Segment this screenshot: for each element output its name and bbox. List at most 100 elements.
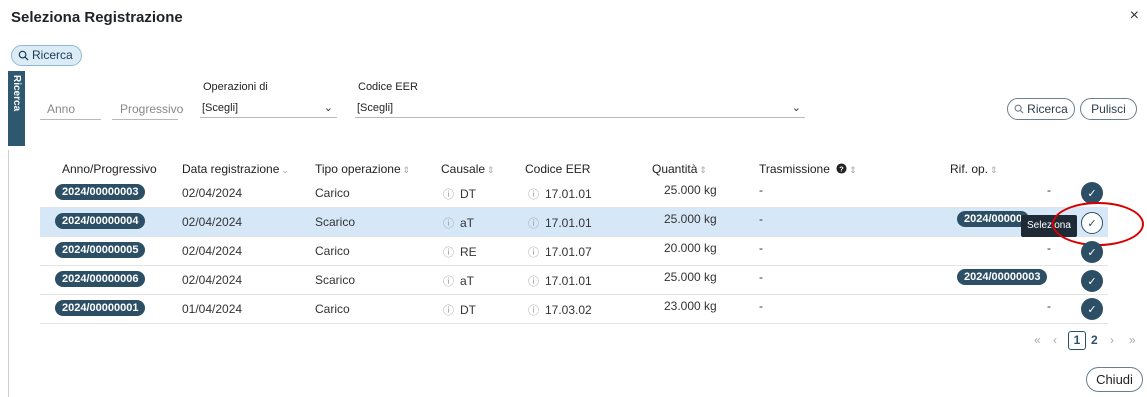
pager-next[interactable]: ›	[1110, 333, 1114, 347]
tipo-cell: Carico	[315, 244, 350, 258]
operazioni-value: [Scegli]	[202, 102, 239, 114]
operazioni-select[interactable]: [Scegli] ⌄	[200, 98, 337, 118]
pager-last[interactable]: »	[1129, 333, 1136, 347]
causale-cell: RE	[460, 245, 477, 259]
anno-field[interactable]: Anno	[40, 100, 101, 120]
causale-cell: DT	[460, 187, 476, 201]
anno-badge[interactable]: 2024/00000001	[55, 300, 146, 316]
eer-cell: 17.03.02	[545, 303, 592, 317]
close-icon[interactable]: ×	[1130, 7, 1139, 25]
select-row-button[interactable]: ✓	[1081, 270, 1103, 292]
pager-first[interactable]: «	[1034, 333, 1041, 347]
rif-badge[interactable]: 2024/00000	[957, 211, 1030, 227]
dialog-title: Seleziona Registrazione	[11, 9, 183, 26]
quantita-cell: 25.000 kg	[664, 183, 717, 197]
table-row[interactable]: 2024/00000003 02/04/2024 Carico ⓘ DT ⓘ 17.…	[40, 179, 1108, 208]
header-trasmissione[interactable]: Trasmissione ? ⇕	[759, 162, 857, 176]
trasmissione-cell: -	[759, 241, 763, 255]
info-icon[interactable]: ⓘ	[443, 247, 454, 259]
codice-eer-select[interactable]: [Scegli] ⌄	[355, 98, 805, 118]
progressivo-placeholder: Progressivo	[120, 102, 184, 116]
select-row-button[interactable]: ✓	[1081, 241, 1103, 263]
info-icon[interactable]: ⓘ	[528, 247, 539, 259]
header-anno[interactable]: Anno/Progressivo	[62, 162, 157, 176]
info-icon[interactable]: ⓘ	[443, 218, 454, 230]
quantita-cell: 25.000 kg	[664, 212, 717, 226]
trasmissione-cell: -	[759, 212, 763, 226]
select-row-button[interactable]: ✓	[1081, 298, 1103, 320]
table-row[interactable]: 2024/00000005 02/04/2024 Carico ⓘ RE ⓘ 17.…	[40, 237, 1108, 266]
search-toggle-button[interactable]: Ricerca	[11, 45, 82, 66]
eer-cell: 17.01.01	[545, 216, 592, 230]
header-causale[interactable]: Causale ⇕	[441, 162, 495, 176]
svg-text:?: ?	[840, 164, 845, 173]
search-button[interactable]: Ricerca	[1007, 98, 1075, 120]
quantita-cell: 20.000 kg	[664, 241, 717, 255]
quantita-cell: 25.000 kg	[664, 270, 717, 284]
pager-prev[interactable]: ‹	[1053, 333, 1057, 347]
info-icon[interactable]: ⓘ	[443, 189, 454, 201]
sort-icon: ⇕	[487, 165, 495, 175]
search-side-tab[interactable]: Ricerca	[8, 71, 25, 146]
check-icon: ✓	[1087, 246, 1097, 259]
trasmissione-cell: -	[759, 183, 763, 197]
header-eer[interactable]: Codice EER	[525, 162, 590, 176]
chevron-down-icon: ⌄	[323, 102, 333, 114]
table-row[interactable]: 2024/00000001 01/04/2024 Carico ⓘ DT ⓘ 17.…	[40, 295, 1108, 324]
eer-cell: 17.01.01	[545, 187, 592, 201]
info-icon[interactable]: ⓘ	[443, 276, 454, 288]
progressivo-field[interactable]: Progressivo	[112, 100, 183, 120]
sort-icon: ⇕	[699, 165, 707, 175]
header-causale-label: Causale	[441, 162, 486, 176]
info-icon[interactable]: ⓘ	[528, 218, 539, 230]
header-anno-label: Anno/Progressivo	[62, 162, 157, 176]
rif-cell: -	[1047, 183, 1051, 197]
panel-divider	[8, 150, 9, 397]
causale-cell: aT	[460, 274, 475, 288]
rif-cell: -	[1047, 241, 1051, 255]
rif-badge[interactable]: 2024/00000003	[957, 269, 1048, 285]
codice-eer-label: Codice EER	[358, 81, 418, 93]
tipo-cell: Scarico	[315, 273, 356, 287]
pager-current-page[interactable]: 1	[1068, 331, 1086, 350]
tipo-cell: Carico	[315, 302, 350, 316]
header-rif[interactable]: Rif. op. ⇕	[950, 162, 998, 176]
header-quantita[interactable]: Quantità ⇕	[652, 162, 707, 176]
data-cell: 02/04/2024	[182, 215, 243, 229]
anno-badge[interactable]: 2024/00000003	[55, 184, 146, 200]
header-eer-label: Codice EER	[525, 162, 591, 176]
select-row-button[interactable]: ✓	[1081, 182, 1103, 204]
sort-icon: ⇕	[402, 165, 411, 175]
causale-cell: DT	[460, 303, 476, 317]
search-icon	[18, 50, 29, 61]
tipo-cell: Scarico	[315, 215, 356, 229]
anno-badge[interactable]: 2024/00000004	[55, 213, 146, 229]
table-row[interactable]: 2024/00000006 02/04/2024 Scarico ⓘ aT ⓘ 17…	[40, 266, 1108, 295]
pager-page-2[interactable]: 2	[1091, 333, 1098, 347]
anno-badge[interactable]: 2024/00000005	[55, 242, 146, 258]
check-icon: ✓	[1087, 275, 1097, 288]
header-data[interactable]: Data registrazione ⌄	[182, 162, 289, 176]
causale-cell: aT	[460, 216, 475, 230]
info-icon[interactable]: ⓘ	[528, 305, 539, 317]
header-tipo-label: Tipo operazione	[315, 162, 401, 176]
trasmissione-cell: -	[759, 299, 763, 313]
header-trasmissione-label: Trasmissione	[759, 162, 830, 176]
header-tipo[interactable]: Tipo operazione ⇕	[315, 162, 410, 176]
trasmissione-cell: -	[759, 270, 763, 284]
close-button[interactable]: Chiudi	[1086, 367, 1143, 392]
clear-button-label: Pulisci	[1091, 102, 1126, 116]
eer-cell: 17.01.07	[545, 245, 592, 259]
eer-cell: 17.01.01	[545, 274, 592, 288]
clear-button[interactable]: Pulisci	[1080, 98, 1137, 120]
quantita-cell: 23.000 kg	[664, 299, 717, 313]
info-icon[interactable]: ⓘ	[528, 276, 539, 288]
operazioni-label: Operazioni di	[203, 81, 268, 93]
table-row-selected[interactable]: 2024/00000004 02/04/2024 Scarico ⓘ aT ⓘ 17…	[40, 208, 1108, 237]
info-icon[interactable]: ⓘ	[528, 189, 539, 201]
search-button-label: Ricerca	[1027, 102, 1068, 116]
anno-placeholder: Anno	[47, 102, 76, 116]
info-icon[interactable]: ⓘ	[443, 305, 454, 317]
rif-cell: -	[1047, 299, 1051, 313]
anno-badge[interactable]: 2024/00000006	[55, 271, 146, 287]
